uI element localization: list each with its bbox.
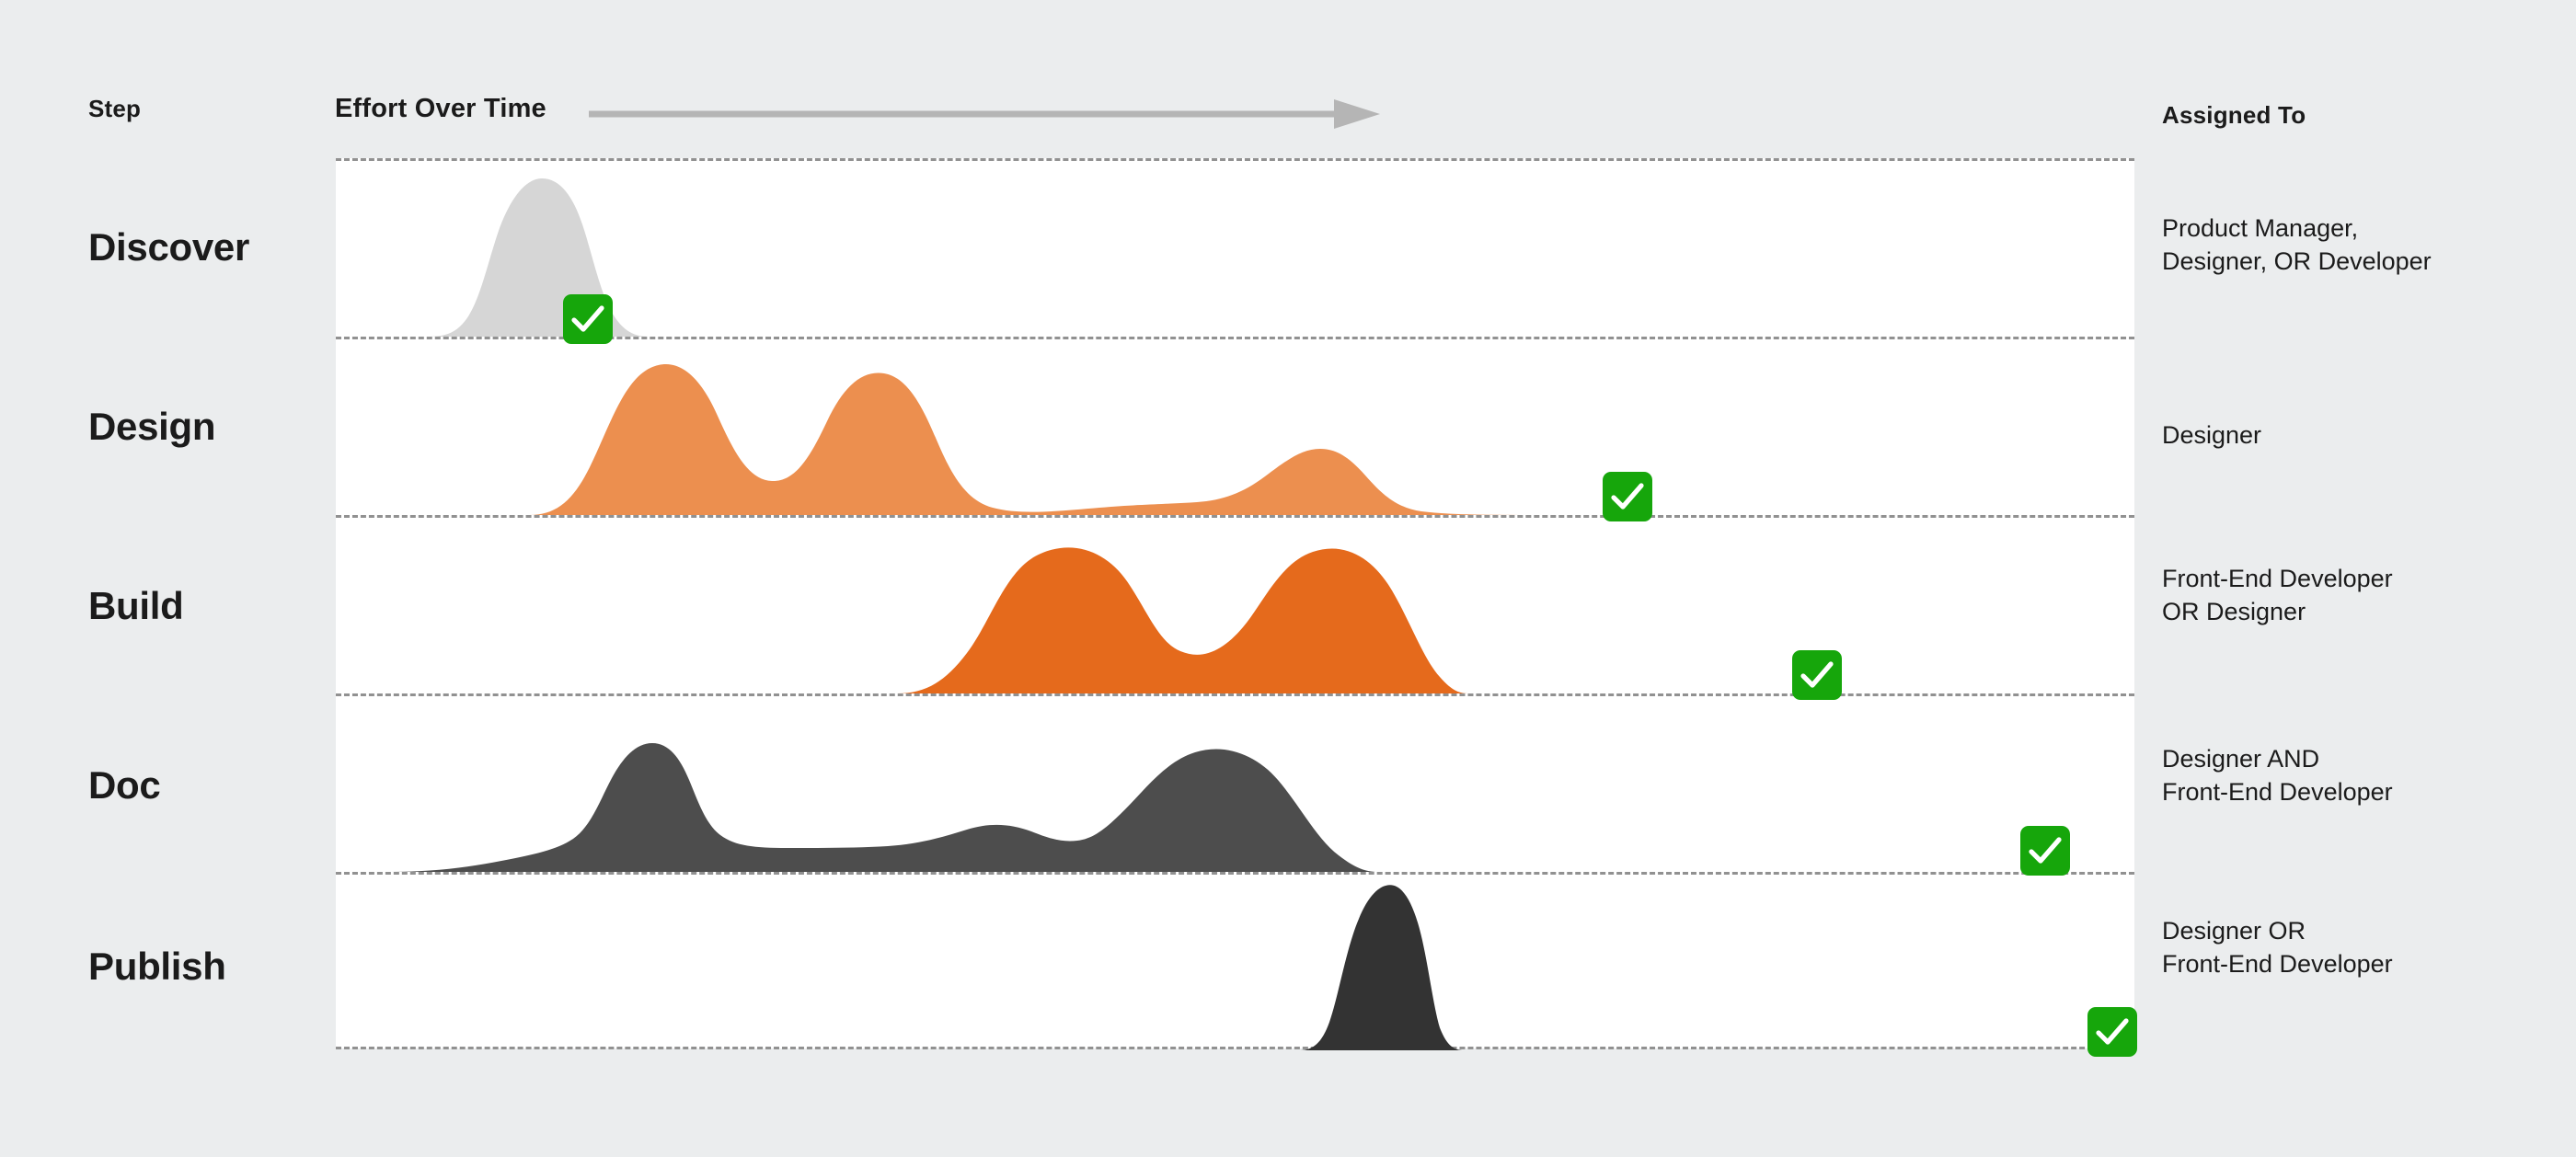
status-badge-doc[interactable] bbox=[2020, 826, 2070, 876]
effort-curve-doc bbox=[336, 693, 2134, 872]
step-label-publish: Publish bbox=[88, 945, 226, 988]
column-header-step: Step bbox=[88, 95, 142, 122]
assigned-to-build: Front-End Developer OR Designer bbox=[2162, 565, 2393, 626]
step-label-build: Build bbox=[88, 584, 184, 627]
effort-curve-publish bbox=[336, 872, 2134, 1050]
check-icon bbox=[2096, 1018, 2129, 1045]
assigned-to-discover: Product Manager, Designer, OR Developer bbox=[2162, 214, 2432, 276]
assigned-to-publish: Designer OR Front-End Developer bbox=[2162, 917, 2393, 979]
diagram-canvas: Step Effort Over Time Assigned To Discov… bbox=[0, 0, 2576, 1157]
right-arrow-icon bbox=[589, 99, 1380, 129]
check-icon bbox=[1800, 661, 1834, 688]
check-icon bbox=[1611, 483, 1644, 510]
status-badge-publish[interactable] bbox=[2087, 1007, 2137, 1057]
effort-curve-build bbox=[336, 515, 2134, 693]
effort-chart-panel bbox=[336, 158, 2134, 1050]
status-badge-design[interactable] bbox=[1603, 472, 1652, 521]
step-label-doc: Doc bbox=[88, 763, 161, 807]
assigned-to-design: Designer bbox=[2162, 421, 2262, 449]
step-label-discover: Discover bbox=[88, 225, 250, 269]
check-icon bbox=[571, 305, 604, 332]
check-icon bbox=[2029, 837, 2062, 864]
column-header-effort-over-time: Effort Over Time bbox=[335, 94, 546, 123]
status-badge-discover[interactable] bbox=[563, 294, 613, 344]
assigned-to-doc: Designer AND Front-End Developer bbox=[2162, 745, 2393, 807]
step-label-design: Design bbox=[88, 405, 216, 448]
column-header-assigned-to: Assigned To bbox=[2162, 101, 2306, 129]
effort-curve-design bbox=[336, 337, 2134, 515]
status-badge-build[interactable] bbox=[1792, 650, 1842, 700]
